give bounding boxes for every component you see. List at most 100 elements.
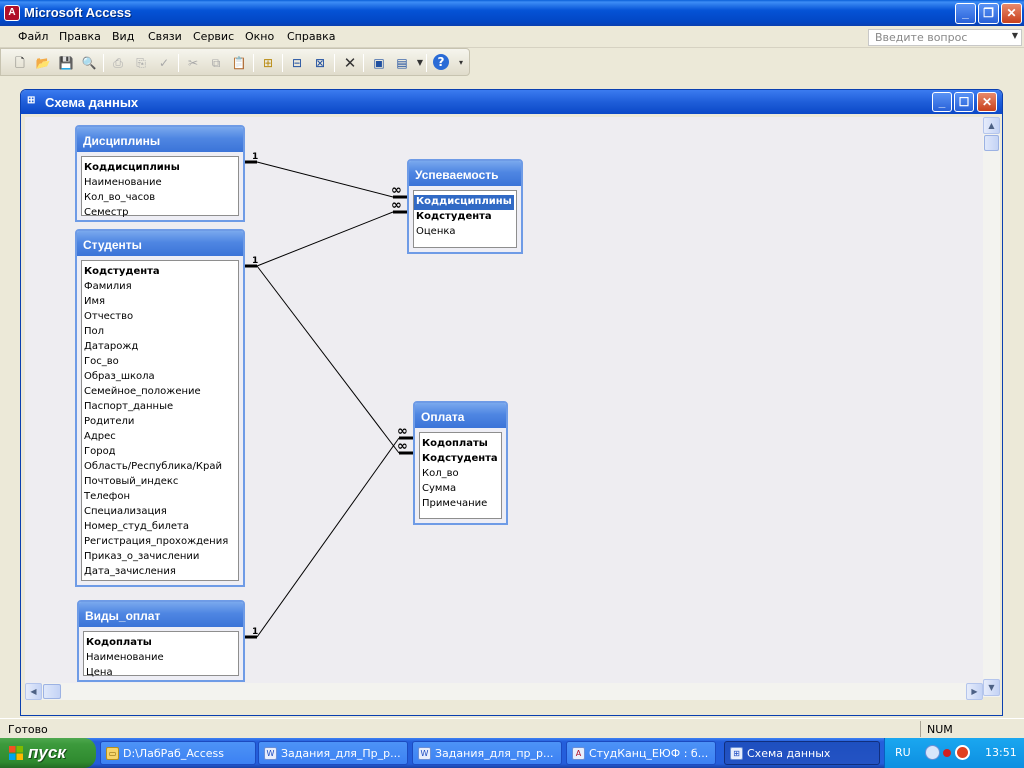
field-item[interactable]: Приказ_о_зачислении [82,550,238,565]
scroll-left-icon[interactable]: ◀ [25,683,42,700]
open-icon[interactable]: 📂 [34,54,52,72]
menu-edit[interactable]: Правка [59,30,101,43]
field-item[interactable]: Датарожд [82,340,238,355]
app-title-bar[interactable]: A Microsoft Access _ ❐ ✕ [0,0,1024,26]
field-item[interactable]: Наименование [82,176,238,191]
menu-view[interactable]: Вид [112,30,134,43]
field-item[interactable]: Родители [82,415,238,430]
field-list[interactable]: Коддисциплины Наименование Кол_во_часов … [81,156,239,218]
table-payments[interactable]: Оплата Кодоплаты Кодстудента Кол_во Сумм… [413,401,508,525]
field-item[interactable]: Примечание [420,497,501,512]
start-button[interactable]: пуск [0,738,96,768]
field-item[interactable]: Телефон [82,490,238,505]
table-disciplines[interactable]: Дисциплины Коддисциплины Наименование Ко… [75,125,245,222]
field-item[interactable]: Кодстудента [82,265,238,280]
field-item[interactable]: Кодоплаты [84,636,238,651]
table-grades[interactable]: Успеваемость Коддисциплины Кодстудента О… [407,159,523,254]
field-item[interactable]: Кол_во_часов [82,191,238,206]
menu-window[interactable]: Окно [245,30,274,43]
field-item[interactable]: Кодоплаты [420,437,501,452]
paste-icon[interactable]: 📋 [230,54,248,72]
delete-icon[interactable]: ✕ [341,54,359,72]
field-item[interactable]: Сумма [420,482,501,497]
field-item[interactable]: Отчество [82,310,238,325]
cut-icon[interactable]: ✂ [184,54,202,72]
menu-help[interactable]: Справка [287,30,335,43]
table-title[interactable]: Студенты [77,231,243,256]
access-app-icon[interactable]: A [4,5,20,21]
scroll-right-icon[interactable]: ▶ [966,683,983,700]
field-item[interactable]: Гос_во [82,355,238,370]
network-icon[interactable] [943,749,951,757]
preview-icon[interactable]: ⎘ [132,54,150,72]
field-item[interactable]: Кол_во [420,467,501,482]
taskbar-item-word-1[interactable]: W Задания_для_Пр_р... [258,741,408,765]
menu-relationships[interactable]: Связи [148,30,182,43]
taskbar-item-relationships[interactable]: ⊞ Схема данных [724,741,880,765]
taskbar-item-folder[interactable]: ▭ D:\ЛабРаб_Access [100,741,256,765]
field-item[interactable]: Фамилия [82,280,238,295]
field-item[interactable]: Коддисциплины [82,161,238,176]
chevron-down-icon[interactable]: ▼ [1012,31,1018,40]
field-list[interactable]: Кодоплаты Наименование Цена [83,631,239,678]
database-window-icon[interactable]: ▣ [370,54,388,72]
relationships-window-title-bar[interactable]: ⊞ Схема данных _ ☐ ✕ [21,90,1002,114]
table-payment-types[interactable]: Виды_оплат Кодоплаты Наименование Цена [77,600,245,682]
minimize-button[interactable]: _ [955,3,976,24]
field-item[interactable]: Наименование [84,651,238,666]
relationships-canvas[interactable]: 1 1 1 ∞ ∞ ∞ ∞ Дисциплины Коддисциплины Н… [25,117,983,683]
restore-button[interactable]: ❐ [978,3,999,24]
direct-relationships-icon[interactable]: ⊟ [288,54,306,72]
field-item[interactable]: Адрес [82,430,238,445]
antivirus-icon[interactable] [955,745,970,760]
field-item[interactable]: Образ_школа [82,370,238,385]
field-item[interactable]: Кодстудента [420,452,501,467]
new-object-icon[interactable]: ▤ [393,54,411,72]
field-item[interactable]: Семейное_положение [82,385,238,400]
scroll-up-icon[interactable]: ▲ [983,117,1000,134]
back-arrow-icon[interactable] [925,745,940,760]
field-item[interactable]: Семестр [82,206,238,221]
table-title[interactable]: Успеваемость [409,161,521,186]
vertical-scrollbar[interactable]: ▲ ▼ [983,117,1000,697]
all-relationships-icon[interactable]: ⊠ [311,54,329,72]
ask-question-box[interactable]: Введите вопрос ▼ [868,29,1022,46]
field-item[interactable]: Дата_зачисления [82,565,238,580]
table-title[interactable]: Оплата [415,403,506,428]
field-item[interactable]: Регистрация_прохождения [82,535,238,550]
field-item[interactable]: Имя [82,295,238,310]
help-icon[interactable]: ? [433,54,449,70]
save-icon[interactable]: 💾 [57,54,75,72]
field-item[interactable]: Кодстудента [414,210,516,225]
copy-icon[interactable]: ⧉ [207,54,225,72]
scroll-down-icon[interactable]: ▼ [983,679,1000,696]
field-list[interactable]: Кодоплаты Кодстудента Кол_во Сумма Приме… [419,432,502,519]
menu-file[interactable]: Файл [18,30,48,43]
field-item[interactable]: Цена [84,666,238,681]
relationships-icon[interactable]: ⊞ [27,95,39,109]
mdi-close-button[interactable]: ✕ [977,92,997,112]
language-indicator[interactable]: RU [895,746,911,759]
horizontal-scrollbar[interactable]: ◀ ▶ [25,683,983,700]
field-item[interactable]: Область/Республика/Край [82,460,238,475]
field-item[interactable]: Город [82,445,238,460]
menu-tools[interactable]: Сервис [193,30,234,43]
field-item[interactable]: Почтовый_индекс [82,475,238,490]
field-list[interactable]: Коддисциплины Кодстудента Оценка [413,190,517,248]
print-icon[interactable]: ⎙ [109,54,127,72]
print-preview-icon[interactable]: 🔍 [80,54,98,72]
close-button[interactable]: ✕ [1001,3,1022,24]
vertical-scroll-thumb[interactable] [984,135,999,151]
field-item[interactable]: Паспорт_данные [82,400,238,415]
field-item[interactable]: Пол [82,325,238,340]
horizontal-scroll-thumb[interactable] [43,684,61,699]
toolbar-options-icon[interactable]: ▾ [456,54,466,72]
field-item[interactable]: Специализация [82,505,238,520]
taskbar-item-access-db[interactable]: A СтудКанц_ЕЮФ : б... [566,741,716,765]
taskbar-item-word-2[interactable]: W Задания_для_пр_р... [412,741,562,765]
table-students[interactable]: Студенты Кодстудента Фамилия Имя Отчеств… [75,229,245,587]
field-item-selected[interactable]: Коддисциплины [414,195,514,210]
field-item[interactable]: Номер_студ_билета [82,520,238,535]
field-item[interactable]: Оценка [414,225,516,240]
field-list[interactable]: Кодстудента Фамилия Имя Отчество Пол Дат… [81,260,239,581]
